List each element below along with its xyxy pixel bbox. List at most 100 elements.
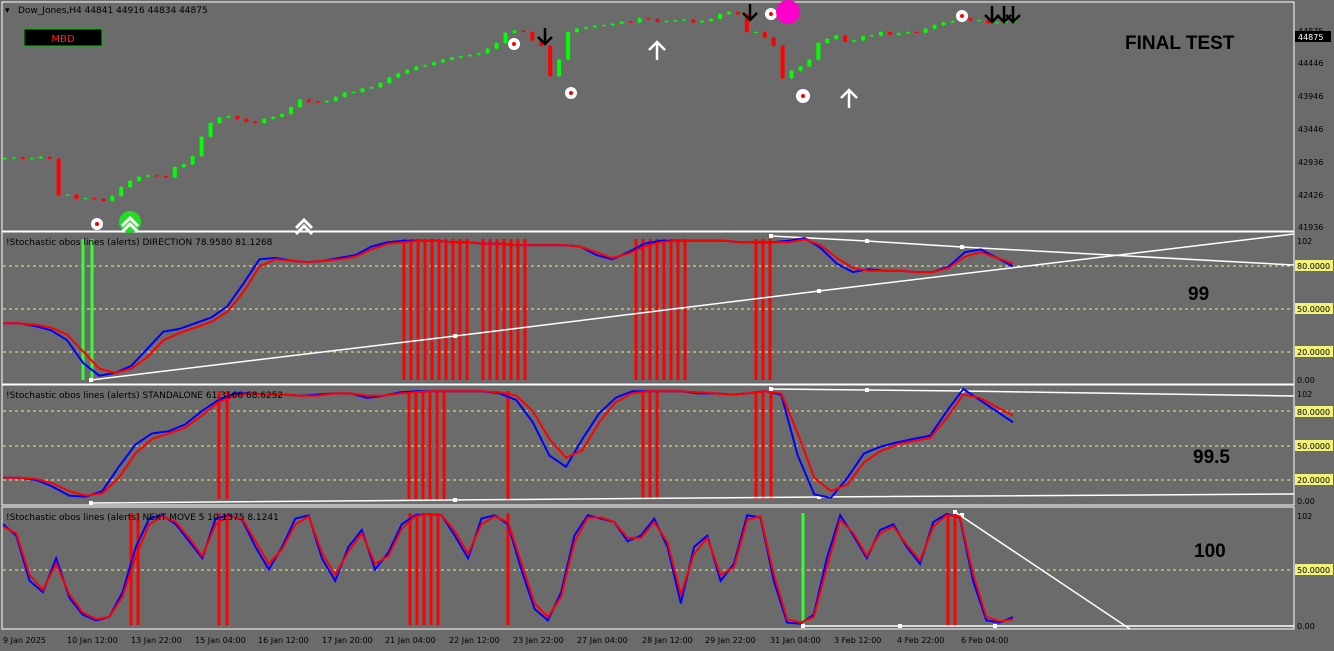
time-label: 6 Feb 04:00: [961, 636, 1008, 645]
price-label: 41936: [1298, 223, 1323, 232]
candle-body: [449, 57, 454, 60]
symbol-header: Dow_Jones,H4 44841 44916 44834 44875: [18, 6, 208, 16]
level-label: 0.00: [1297, 376, 1315, 385]
candle-body: [342, 92, 347, 97]
candle-body: [226, 116, 231, 118]
candle-body: [199, 136, 204, 157]
candle-body: [405, 69, 410, 74]
candle-body: [280, 114, 285, 117]
candle-body: [780, 45, 785, 79]
time-label: 27 Jan 04:00: [577, 636, 628, 645]
candle-body: [646, 18, 651, 20]
price-label: 44446: [1298, 59, 1323, 68]
candle-body: [896, 33, 901, 35]
candle-body: [181, 164, 186, 168]
candle-body: [718, 14, 723, 19]
candle-body: [485, 48, 490, 54]
candle-body: [262, 118, 267, 124]
candle-body: [583, 27, 588, 29]
panel2-note: 99.5: [1193, 447, 1230, 468]
candle-body: [306, 99, 311, 102]
price-label: 43946: [1298, 92, 1323, 101]
level-label: 102: [1297, 512, 1312, 521]
level-label: 50.0000: [1297, 305, 1330, 314]
candle-body: [601, 25, 606, 27]
candle-body: [798, 66, 803, 71]
candle-body: [423, 65, 428, 67]
level-label: 50.0000: [1297, 442, 1330, 451]
candle-body: [190, 156, 195, 165]
time-label: 10 Jan 12:00: [67, 636, 118, 645]
candle-body: [297, 99, 302, 108]
candle-body: [762, 32, 767, 38]
candle-body: [753, 32, 758, 34]
candle-body: [664, 21, 669, 23]
level-label: 50.0000: [1297, 566, 1330, 575]
current-price-label: 44875: [1298, 33, 1323, 42]
symbol-header-icon: ▾: [5, 6, 10, 16]
candle-body: [807, 59, 812, 67]
candle-body: [709, 18, 714, 22]
candle-body: [923, 28, 928, 33]
candle-body: [682, 19, 687, 21]
candle-body: [369, 87, 374, 89]
candle-body: [673, 20, 678, 22]
candle-body: [163, 176, 168, 178]
panel3-title: !Stochastic obos lines (alerts) NEXT MOV…: [6, 513, 279, 523]
time-label: 16 Jan 12:00: [258, 636, 309, 645]
candle-body: [691, 19, 696, 23]
panel2-title: !Stochastic obos lines (alerts) STANDALO…: [6, 391, 283, 401]
candle-body: [592, 25, 597, 28]
candle-body: [432, 62, 437, 66]
candle-body: [852, 40, 857, 42]
candle-body: [208, 123, 213, 137]
candle-body: [83, 198, 88, 200]
candle-body: [878, 32, 883, 36]
candle-body: [950, 21, 955, 23]
candle-body: [995, 22, 1000, 24]
candle-body: [610, 23, 615, 26]
candle-body: [154, 175, 159, 177]
pivot-dot: [769, 234, 773, 238]
candle-body: [137, 176, 142, 181]
candle-body: [968, 18, 973, 21]
pivot-dot: [453, 498, 457, 502]
candle-body: [146, 175, 151, 177]
candle-body: [512, 30, 517, 33]
price-label: 42936: [1298, 158, 1323, 167]
panel3-note: 100: [1194, 541, 1226, 562]
candle-body: [467, 54, 472, 57]
candle-body: [932, 25, 937, 29]
candle-body: [20, 157, 25, 159]
pivot-dot: [865, 239, 869, 243]
level-label: 80.0000: [1297, 408, 1330, 417]
candle-body: [575, 28, 580, 33]
candle-body: [825, 38, 830, 44]
candle-body: [789, 70, 794, 79]
time-label: 29 Jan 22:00: [705, 636, 756, 645]
candle-body: [566, 32, 571, 60]
pivot-dot: [801, 624, 805, 628]
pivot-dot: [960, 245, 964, 249]
candle-body: [271, 116, 276, 119]
candle-body: [440, 59, 445, 63]
chart[interactable]: ▾ Dow_Jones,H4 44841 44916 44834 44875 M…: [0, 0, 1334, 651]
pivot-dot: [817, 289, 821, 293]
time-label: 15 Jan 04:00: [195, 636, 246, 645]
pivot-dot: [89, 501, 93, 505]
signal-dot-icon: [769, 12, 773, 16]
candle-body: [655, 18, 660, 22]
candle-body: [726, 12, 731, 15]
candle-body: [619, 21, 624, 24]
candle-body: [378, 83, 383, 88]
candle-body: [244, 118, 249, 122]
candle-body: [360, 88, 365, 93]
watermark: FINAL TEST: [1125, 33, 1235, 54]
pivot-dot: [993, 624, 997, 628]
candle-body: [700, 21, 705, 23]
candle-body: [521, 30, 526, 33]
candle-body: [333, 96, 338, 101]
candle-body: [494, 43, 499, 49]
time-label: 4 Feb 22:00: [897, 636, 944, 645]
time-label: 13 Jan 22:00: [131, 636, 182, 645]
